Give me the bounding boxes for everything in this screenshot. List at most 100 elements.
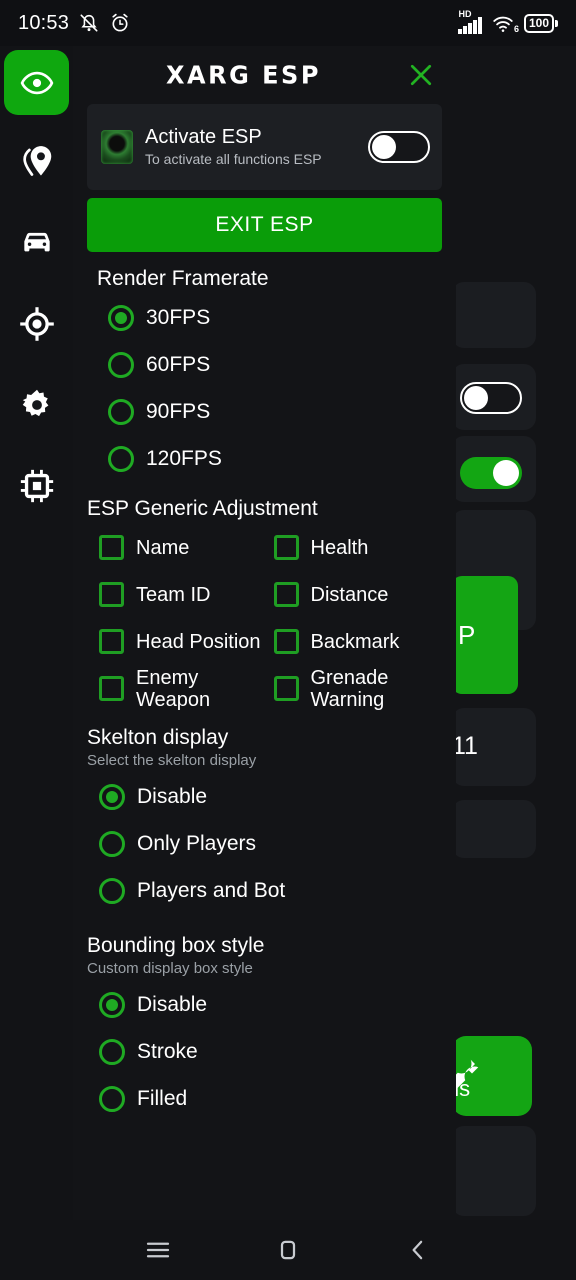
bg-green-button[interactable]: P bbox=[452, 576, 518, 694]
recents-button[interactable] bbox=[93, 1220, 223, 1280]
radio-skelton-only-players[interactable]: Only Players bbox=[87, 820, 442, 867]
bg-toggle-knob bbox=[464, 386, 488, 410]
checkbox-backmark[interactable]: Backmark bbox=[273, 618, 443, 665]
status-clock: 10:53 bbox=[18, 11, 70, 34]
checkbox-box bbox=[99, 535, 124, 560]
close-button[interactable] bbox=[404, 58, 438, 92]
radio-indicator bbox=[99, 1038, 125, 1065]
chip-icon bbox=[20, 469, 53, 502]
sidebar-item-eye[interactable] bbox=[4, 50, 69, 115]
hd-label: HD bbox=[458, 9, 472, 19]
game-app-icon bbox=[101, 130, 133, 164]
bg-toggle-knob-on bbox=[493, 460, 519, 486]
activate-esp-toggle[interactable] bbox=[368, 131, 430, 163]
bg-tools-card[interactable]: ols bbox=[452, 1036, 532, 1116]
wifi6-icon: 6 bbox=[490, 12, 519, 34]
sidebar-item-vehicle[interactable] bbox=[0, 210, 73, 275]
wifi-gen-label: 6 bbox=[513, 24, 519, 34]
radio-label: 120FPS bbox=[146, 446, 222, 470]
radio-skelton-disable[interactable]: Disable bbox=[87, 773, 442, 820]
radio-label: Disable bbox=[137, 992, 208, 1016]
hd-signal-icon: HD bbox=[458, 9, 482, 34]
sidebar-item-location[interactable] bbox=[0, 129, 73, 194]
car-icon bbox=[23, 232, 50, 251]
activate-esp-texts: Activate ESP To activate all functions E… bbox=[145, 126, 356, 169]
gear-icon bbox=[22, 389, 48, 416]
activate-esp-card[interactable]: Activate ESP To activate all functions E… bbox=[87, 104, 442, 190]
toggle-knob bbox=[372, 135, 396, 159]
checkbox-head-position[interactable]: Head Position bbox=[99, 618, 268, 665]
sidebar-item-chip[interactable] bbox=[0, 453, 73, 518]
home-button[interactable] bbox=[223, 1220, 353, 1280]
phone-screen: P 11 ols bbox=[0, 0, 576, 1280]
radio-boundingbox-filled[interactable]: Filled bbox=[87, 1075, 442, 1122]
status-bar-right: HD 6 100 bbox=[458, 9, 558, 34]
checkbox-box bbox=[273, 535, 299, 560]
radio-label: 90FPS bbox=[146, 399, 211, 423]
skelton-display-title: Skelton display bbox=[87, 726, 229, 749]
radio-boundingbox-stroke[interactable]: Stroke bbox=[87, 1028, 442, 1075]
exit-esp-button[interactable]: EXIT ESP bbox=[87, 198, 442, 252]
checkbox-label: Grenade Warning bbox=[310, 666, 389, 711]
radio-label: Filled bbox=[137, 1086, 188, 1110]
back-button[interactable] bbox=[353, 1220, 483, 1280]
radio-indicator bbox=[99, 991, 125, 1018]
radio-label: 60FPS bbox=[146, 352, 211, 376]
battery-level-label: 100 bbox=[528, 16, 549, 30]
checkbox-enemy-weapon[interactable]: Enemy Weapon bbox=[99, 665, 268, 712]
bounding-box-subtitle: Custom display box style bbox=[87, 960, 253, 977]
alarm-icon bbox=[112, 13, 128, 32]
radio-indicator bbox=[99, 877, 125, 904]
bg-card-1 bbox=[452, 282, 536, 348]
checkbox-box bbox=[99, 676, 124, 701]
radio-boundingbox-disable[interactable]: Disable bbox=[87, 981, 442, 1028]
bg-card-7 bbox=[452, 1126, 536, 1216]
checkbox-box bbox=[99, 582, 124, 607]
radio-framerate-120[interactable]: 120FPS bbox=[87, 435, 442, 482]
radio-skelton-players-and-bot[interactable]: Players and Bot bbox=[87, 867, 442, 914]
sidebar-item-settings[interactable] bbox=[0, 372, 73, 437]
checkbox-box bbox=[273, 629, 299, 654]
page-title: XARG ESP bbox=[166, 60, 321, 90]
mute-bell-icon bbox=[80, 14, 98, 32]
checkbox-distance[interactable]: Distance bbox=[273, 571, 443, 618]
radio-indicator bbox=[99, 783, 125, 810]
checkbox-box bbox=[273, 676, 299, 701]
bg-toggle-off[interactable] bbox=[460, 382, 522, 414]
checkbox-label: Name bbox=[136, 536, 190, 559]
checkbox-label: Head Position bbox=[136, 630, 261, 653]
activate-esp-subtitle: To activate all functions ESP bbox=[145, 150, 322, 167]
activate-esp-title: Activate ESP bbox=[145, 125, 262, 148]
checkbox-grenade-warning[interactable]: Grenade Warning bbox=[273, 665, 443, 712]
eye-icon bbox=[20, 71, 53, 94]
radio-label: 30FPS bbox=[146, 305, 211, 329]
crosshair-icon bbox=[19, 306, 54, 341]
radio-framerate-90[interactable]: 90FPS bbox=[87, 388, 442, 435]
sidebar-item-aim[interactable] bbox=[0, 291, 73, 356]
radio-label: Disable bbox=[137, 784, 208, 808]
esp-generic-title: ESP Generic Adjustment bbox=[87, 497, 318, 520]
checkbox-label: Distance bbox=[310, 583, 389, 606]
back-icon bbox=[412, 1240, 423, 1260]
radio-indicator bbox=[108, 398, 134, 425]
checkbox-team-id[interactable]: Team ID bbox=[99, 571, 268, 618]
close-icon bbox=[410, 64, 432, 86]
android-nav-bar bbox=[0, 1220, 576, 1280]
checkbox-label: Health bbox=[310, 536, 369, 559]
esp-overlay-panel: XARG ESP Activate ESP To activate all fu… bbox=[0, 46, 456, 1220]
status-bar-left: 10:53 bbox=[18, 12, 131, 35]
home-icon bbox=[280, 1240, 296, 1260]
bg-card-6 bbox=[452, 800, 536, 858]
skelton-display-subtitle: Select the skelton display bbox=[87, 752, 257, 769]
bg-toggle-on[interactable] bbox=[460, 457, 522, 489]
checkbox-name[interactable]: Name bbox=[99, 524, 268, 571]
panel-content: XARG ESP Activate ESP To activate all fu… bbox=[73, 46, 456, 1220]
settings-scroll-area[interactable]: Activate ESP To activate all functions E… bbox=[73, 104, 456, 1220]
checkbox-box bbox=[99, 629, 124, 654]
radio-label: Players and Bot bbox=[137, 878, 286, 902]
radio-framerate-60[interactable]: 60FPS bbox=[87, 341, 442, 388]
location-pin-icon bbox=[22, 145, 51, 176]
radio-framerate-30[interactable]: 30FPS bbox=[87, 294, 442, 341]
checkbox-health[interactable]: Health bbox=[273, 524, 443, 571]
checkbox-label: Enemy Weapon bbox=[136, 666, 211, 711]
